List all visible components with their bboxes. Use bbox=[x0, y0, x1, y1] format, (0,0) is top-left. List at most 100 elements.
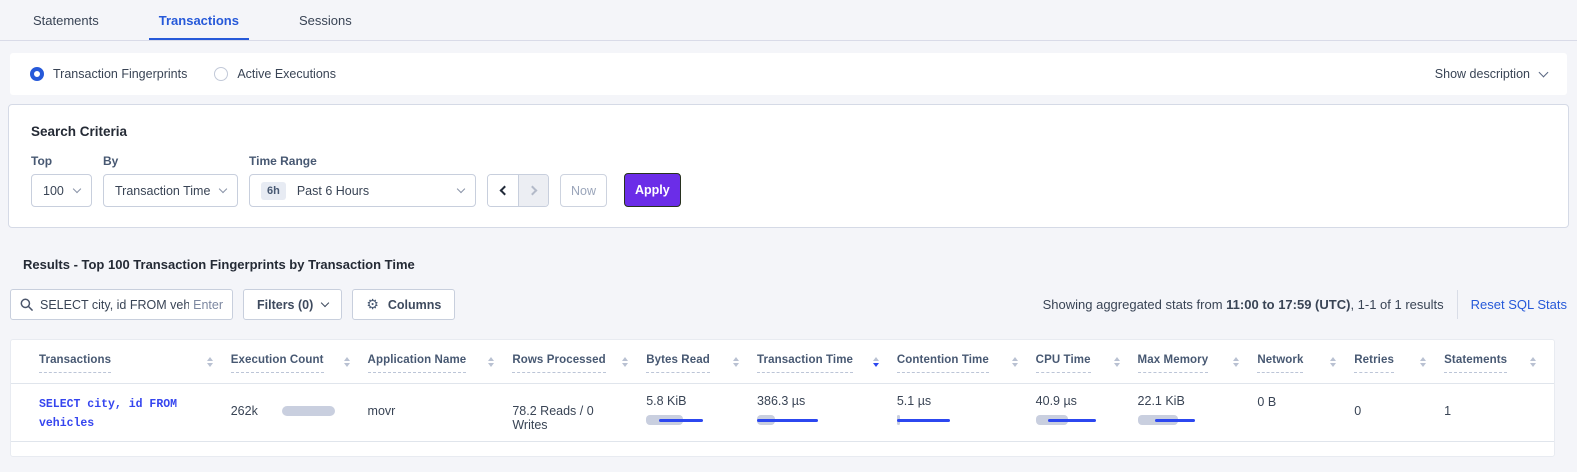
column-header-label: Application Name bbox=[368, 354, 467, 373]
count-bar bbox=[282, 406, 335, 416]
now-button[interactable]: Now bbox=[560, 174, 607, 207]
search-input[interactable] bbox=[40, 298, 189, 312]
columns-label: Columns bbox=[388, 298, 441, 312]
time-range-badge: 6h bbox=[261, 182, 286, 200]
chevron-down-icon bbox=[219, 184, 227, 192]
column-header-statements[interactable]: Statements bbox=[1444, 354, 1554, 383]
tab-statements[interactable]: Statements bbox=[23, 13, 109, 40]
table-row: SELECT city, id FROMvehicles262kmovr78.2… bbox=[11, 384, 1554, 442]
search-box: Enter bbox=[10, 289, 233, 320]
column-header-label: Max Memory bbox=[1138, 354, 1209, 373]
reset-sql-stats-link[interactable]: Reset SQL Stats bbox=[1471, 297, 1567, 312]
column-header-label: Transactions bbox=[39, 354, 111, 373]
sort-arrows-icon[interactable] bbox=[622, 357, 628, 367]
column-header-bytes-read[interactable]: Bytes Read bbox=[646, 354, 757, 383]
filters-button[interactable]: Filters (0) bbox=[243, 289, 342, 320]
column-header-retries[interactable]: Retries bbox=[1354, 354, 1444, 383]
column-header-transactions[interactable]: Transactions bbox=[39, 354, 231, 383]
time-range-field: Time Range 6h Past 6 Hours bbox=[249, 154, 476, 207]
search-icon bbox=[20, 298, 33, 311]
column-header-label: Transaction Time bbox=[757, 354, 853, 373]
top-select[interactable]: 100 bbox=[31, 174, 92, 207]
chevron-down-icon bbox=[321, 298, 329, 306]
column-header-label: Execution Count bbox=[231, 354, 324, 373]
sort-arrows-icon[interactable] bbox=[873, 357, 879, 367]
column-header-max-memory[interactable]: Max Memory bbox=[1138, 354, 1258, 383]
column-header-execution-count[interactable]: Execution Count bbox=[231, 354, 368, 383]
sort-arrows-icon[interactable] bbox=[733, 357, 739, 367]
show-description-toggle[interactable]: Show description bbox=[1435, 67, 1547, 81]
sort-arrows-icon[interactable] bbox=[488, 357, 494, 367]
radio-icon bbox=[214, 67, 228, 81]
by-select[interactable]: Transaction Time bbox=[103, 174, 238, 207]
cell-bytes-read: 5.8 KiB bbox=[646, 384, 757, 441]
stat-bar bbox=[757, 415, 883, 425]
column-header-label: Retries bbox=[1354, 354, 1394, 373]
by-label: By bbox=[103, 154, 238, 168]
chevron-down-icon bbox=[457, 184, 465, 192]
enter-hint: Enter bbox=[193, 298, 223, 312]
cell-retries: 0 bbox=[1354, 384, 1444, 441]
column-header-label: Statements bbox=[1444, 354, 1507, 373]
top-label: Top bbox=[31, 154, 92, 168]
by-field: By Transaction Time bbox=[103, 154, 238, 207]
column-header-application-name[interactable]: Application Name bbox=[368, 354, 513, 383]
gear-icon: ⚙ bbox=[366, 298, 379, 312]
filters-label: Filters (0) bbox=[257, 298, 313, 312]
view-toggle-strip: Transaction Fingerprints Active Execution… bbox=[10, 53, 1567, 95]
cell-network: 0 B bbox=[1257, 384, 1354, 441]
columns-button[interactable]: ⚙ Columns bbox=[352, 289, 455, 320]
results-heading: Results - Top 100 Transaction Fingerprin… bbox=[23, 257, 1577, 272]
cell-application-name: movr bbox=[368, 384, 513, 441]
sort-arrows-icon[interactable] bbox=[1012, 357, 1018, 367]
apply-button[interactable]: Apply bbox=[624, 173, 681, 207]
sort-arrows-icon[interactable] bbox=[1330, 357, 1336, 367]
tab-transactions[interactable]: Transactions bbox=[149, 13, 249, 40]
sort-arrows-icon[interactable] bbox=[207, 357, 213, 367]
previous-time-window-button[interactable] bbox=[488, 175, 518, 206]
stat-bar bbox=[1138, 415, 1244, 425]
table-header-row: Transactions Execution Count Application N… bbox=[11, 340, 1554, 384]
time-range-label: Time Range bbox=[249, 154, 476, 168]
sort-arrows-icon[interactable] bbox=[1420, 357, 1426, 367]
show-description-label: Show description bbox=[1435, 67, 1530, 81]
stat-bar bbox=[1036, 415, 1124, 425]
results-toolbar: Enter Filters (0) ⚙ Columns Showing aggr… bbox=[10, 289, 1567, 320]
next-time-window-button[interactable] bbox=[518, 175, 548, 206]
sort-arrows-icon[interactable] bbox=[1114, 357, 1120, 367]
radio-icon bbox=[30, 67, 44, 81]
cell-cpu-time: 40.9 µs bbox=[1036, 384, 1138, 441]
cell-max-memory: 22.1 KiB bbox=[1138, 384, 1258, 441]
cell-contention-time: 5.1 µs bbox=[897, 384, 1036, 441]
radio-option-label: Transaction Fingerprints bbox=[53, 67, 187, 81]
top-select-value: 100 bbox=[43, 184, 64, 198]
by-select-value: Transaction Time bbox=[115, 184, 210, 198]
column-header-network[interactable]: Network bbox=[1257, 354, 1354, 383]
search-criteria-card: Search Criteria Top 100 By Transaction T… bbox=[8, 104, 1569, 228]
time-range-select[interactable]: 6h Past 6 Hours bbox=[249, 174, 476, 207]
cell-execution-count: 262k bbox=[231, 384, 368, 441]
column-header-label: Network bbox=[1257, 354, 1303, 373]
column-header-rows-processed[interactable]: Rows Processed bbox=[512, 354, 646, 383]
time-range-value: Past 6 Hours bbox=[297, 184, 369, 198]
chevron-left-icon bbox=[500, 186, 510, 196]
stat-bar bbox=[646, 415, 743, 425]
sort-arrows-icon[interactable] bbox=[1233, 357, 1239, 367]
stats-time-range: 11:00 to 17:59 (UTC) bbox=[1226, 297, 1350, 312]
column-header-cpu-time[interactable]: CPU Time bbox=[1036, 354, 1138, 383]
toolbar-divider bbox=[1457, 290, 1458, 319]
radio-option-active-executions[interactable]: Active Executions bbox=[214, 67, 336, 81]
search-criteria-title: Search Criteria bbox=[31, 124, 1546, 139]
chevron-down-icon bbox=[1539, 67, 1549, 77]
time-window-arrows bbox=[487, 174, 549, 207]
column-header-contention-time[interactable]: Contention Time bbox=[897, 354, 1036, 383]
sort-arrows-icon[interactable] bbox=[344, 357, 350, 367]
cell-transactions[interactable]: SELECT city, id FROMvehicles bbox=[39, 384, 231, 441]
sort-arrows-icon[interactable] bbox=[1530, 357, 1536, 367]
chevron-right-icon bbox=[527, 186, 537, 196]
radio-option-label: Active Executions bbox=[237, 67, 336, 81]
tab-sessions[interactable]: Sessions bbox=[289, 13, 362, 40]
radio-option-transaction-fingerprints[interactable]: Transaction Fingerprints bbox=[30, 67, 187, 81]
column-header-transaction-time[interactable]: Transaction Time bbox=[757, 354, 897, 383]
column-header-label: Contention Time bbox=[897, 354, 989, 373]
